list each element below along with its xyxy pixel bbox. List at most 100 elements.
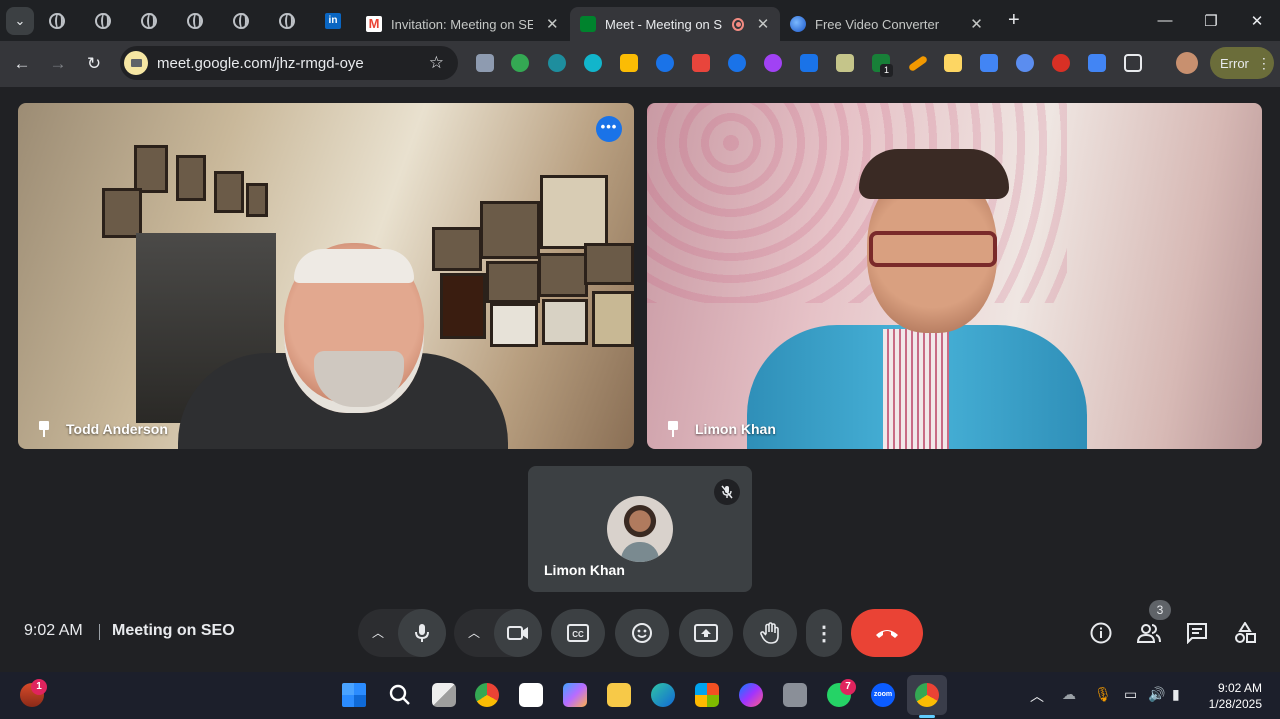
profile-avatar[interactable] [1176,52,1198,74]
wall-frame [540,175,608,249]
self-view-tile[interactable]: Limon Khan [528,466,752,592]
tab-invitation[interactable]: Invitation: Meeting on SEO ✕ [356,7,570,41]
people-button[interactable] [1136,620,1162,646]
chevron-up-icon[interactable]: ︿ [468,624,480,641]
puzzle-icon[interactable] [1124,54,1142,72]
minimize-button[interactable]: — [1142,0,1188,41]
shapes-icon [1235,622,1256,643]
participant-tile-limon[interactable]: Limon Khan [647,103,1262,449]
extension-icon[interactable] [728,54,746,72]
extension-icon[interactable] [1016,54,1034,72]
tab-strip: ⌄ in Invitation: Meeting on SEO ✕ Meet -… [0,0,1280,41]
site-info-icon[interactable] [124,51,148,75]
extension-icon[interactable] [584,54,602,72]
bookmark-star-icon[interactable]: ☆ [429,53,444,73]
file-explorer-icon[interactable] [607,683,631,707]
extension-icon[interactable] [476,54,494,72]
avatar [607,496,673,562]
capcut-icon[interactable] [519,683,543,707]
pin-icon[interactable] [667,421,679,437]
gmail-icon [366,16,382,32]
captions-button[interactable]: CC [551,609,605,657]
close-window-button[interactable]: ✕ [1234,0,1280,41]
end-call-icon [876,630,898,638]
pinned-tab[interactable] [218,0,264,41]
pinned-tab[interactable] [80,0,126,41]
more-options-button[interactable]: ⋮ [806,609,842,657]
microsoft-store-icon[interactable] [695,683,719,707]
extension-icon[interactable] [656,54,674,72]
extension-icon[interactable] [1052,54,1070,72]
microphone-in-use-icon[interactable]: 🎙 [1094,686,1112,703]
chat-button[interactable] [1184,620,1210,646]
battery-icon[interactable]: ▮ [1172,686,1180,703]
extension-icon[interactable] [692,54,710,72]
hand-icon [760,622,779,644]
present-screen-button[interactable] [679,609,733,657]
onedrive-icon[interactable]: ☁ [1062,686,1076,703]
extension-icon[interactable] [980,54,998,72]
participant-tile-todd[interactable]: ••• Todd Anderson [18,103,634,449]
converter-icon [790,16,806,32]
restore-button[interactable]: ❐ [1188,0,1234,41]
more-options-button[interactable]: ••• [596,116,622,142]
chrome-icon[interactable] [475,683,499,707]
search-icon[interactable] [388,683,412,707]
meeting-clock: 9:02 AM [24,622,83,639]
extension-icon[interactable] [836,54,854,72]
zoom-icon[interactable]: zoom [871,683,895,707]
chrome-profile-icon[interactable] [915,683,939,707]
error-button[interactable]: Error ⋮ [1210,47,1274,79]
translate-extension-icon[interactable] [1088,54,1106,72]
sticky-note-extension-icon[interactable] [944,54,962,72]
activities-button[interactable] [1232,620,1258,646]
system-clock[interactable]: 9:02 AM 1/28/2025 [1209,680,1262,712]
pinned-tab[interactable] [34,0,80,41]
new-tab-button[interactable]: + [1008,9,1020,32]
microphone-button[interactable] [398,609,446,657]
messenger-icon[interactable] [739,683,763,707]
raise-hand-button[interactable] [743,609,797,657]
system-date: 1/28/2025 [1208,697,1262,711]
linkedin-icon: in [325,12,341,29]
address-bar[interactable]: meet.google.com/jhz-rmgd-oye ☆ [120,46,458,80]
network-icon[interactable]: ▭ [1124,686,1137,703]
extension-icon[interactable] [511,54,529,72]
edge-icon[interactable] [651,683,675,707]
tab-meet[interactable]: Meet - Meeting on SEO ✕ [570,7,780,41]
pinned-tab[interactable] [172,0,218,41]
back-button[interactable]: ← [4,46,40,82]
copilot-icon[interactable] [563,683,587,707]
pinned-tab[interactable] [126,0,172,41]
close-icon[interactable]: ✕ [969,15,984,33]
camera-button[interactable] [494,609,542,657]
reload-button[interactable]: ↻ [76,46,112,82]
extension-icon[interactable] [548,54,566,72]
leave-call-button[interactable] [851,609,923,657]
camera-app-icon[interactable] [783,683,807,707]
wall-frame [246,183,268,217]
reactions-button[interactable] [615,609,669,657]
meeting-details-button[interactable] [1088,620,1114,646]
self-name: Limon Khan [544,562,625,578]
task-view-icon[interactable] [432,683,456,707]
close-icon[interactable]: ✕ [545,15,560,33]
close-icon[interactable]: ✕ [756,15,770,33]
extension-icon[interactable] [620,54,638,72]
volume-icon[interactable]: 🔊 [1148,686,1165,703]
extension-icon[interactable] [800,54,818,72]
pin-icon[interactable] [38,421,50,437]
globe-icon [279,12,295,29]
glasses [869,231,997,267]
tray-overflow-icon[interactable]: ︿ [1030,686,1044,706]
pinned-tab[interactable] [264,0,310,41]
extension-icon[interactable] [764,54,782,72]
forward-button[interactable]: → [40,46,76,82]
tab-title: Free Video Converter [815,16,940,32]
pinned-tab-linkedin[interactable]: in [310,0,356,41]
pencil-extension-icon[interactable] [907,54,929,73]
tab-video-converter[interactable]: Free Video Converter ✕ [780,7,994,41]
chevron-up-icon[interactable]: ︿ [372,624,384,641]
windows-start-icon[interactable] [342,683,366,707]
tab-search-button[interactable]: ⌄ [6,6,34,35]
